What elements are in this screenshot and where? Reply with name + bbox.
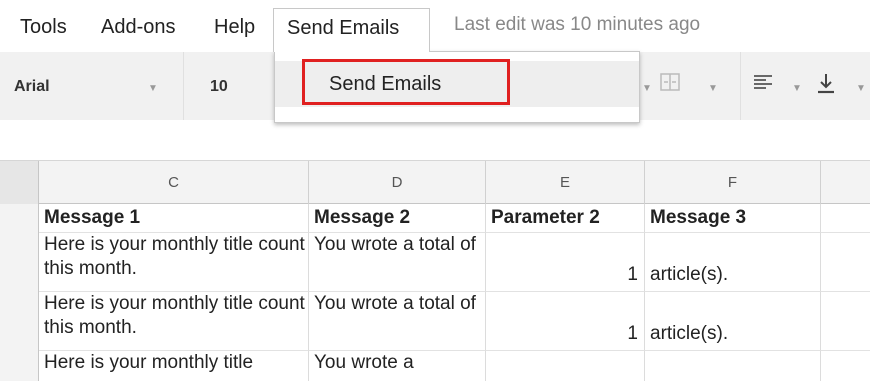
- column-header-f[interactable]: F: [645, 161, 821, 204]
- row-header[interactable]: [0, 292, 39, 351]
- align-caret-icon[interactable]: ▼: [792, 83, 802, 94]
- menu-bar: Tools Add-ons Help Send Emails Last edit…: [0, 0, 870, 52]
- empty-cell[interactable]: [821, 292, 870, 351]
- menu-tools[interactable]: Tools: [20, 14, 67, 40]
- dropdown-caret-icon[interactable]: ▼: [642, 83, 652, 94]
- merge-cells-icon[interactable]: [660, 73, 680, 96]
- empty-cell[interactable]: [821, 204, 870, 233]
- table-header-cell[interactable]: Message 1: [39, 204, 309, 233]
- table-cell[interactable]: You wrote a total of: [309, 292, 486, 351]
- cell-value: article(s).: [650, 323, 729, 344]
- highlight-box: [302, 59, 510, 105]
- table-cell[interactable]: 1: [486, 233, 645, 292]
- table-header-cell[interactable]: Message 3: [645, 204, 821, 233]
- merge-caret-icon[interactable]: ▼: [708, 83, 718, 94]
- row-header[interactable]: [0, 204, 39, 233]
- font-family-select[interactable]: Arial: [14, 78, 50, 96]
- column-header-d[interactable]: D: [309, 161, 486, 204]
- last-edit-status[interactable]: Last edit was 10 minutes ago: [454, 12, 700, 38]
- align-bottom-icon[interactable]: [816, 72, 836, 99]
- cell-value: 1: [627, 323, 638, 344]
- align-left-icon[interactable]: [753, 74, 773, 95]
- spreadsheet-grid: C D E F Message 1 Message 2 Parameter 2 …: [0, 160, 870, 381]
- menu-send-emails-label: Send Emails: [287, 17, 400, 39]
- menu-help[interactable]: Help: [214, 14, 255, 40]
- table-cell[interactable]: You wrote a total of: [309, 233, 486, 292]
- table-cell[interactable]: Here is your monthly title count this mo…: [39, 233, 309, 292]
- cell-value: article(s).: [650, 264, 729, 285]
- column-header-row: C D E F: [0, 160, 870, 205]
- font-family-caret-icon: ▼: [148, 83, 158, 94]
- table-cell[interactable]: Here is your monthly title count this mo…: [39, 292, 309, 351]
- valign-caret-icon[interactable]: ▼: [856, 83, 866, 94]
- table-cell[interactable]: article(s).: [645, 233, 821, 292]
- menu-send-emails[interactable]: Send Emails: [273, 8, 430, 52]
- column-header-e[interactable]: E: [486, 161, 645, 204]
- table-cell[interactable]: article(s).: [645, 292, 821, 351]
- column-header-c[interactable]: C: [39, 161, 309, 204]
- table-cell[interactable]: 1: [486, 292, 645, 351]
- table-header-cell[interactable]: Message 2: [309, 204, 486, 233]
- cell-value: 1: [627, 264, 638, 285]
- menu-add-ons[interactable]: Add-ons: [101, 14, 176, 40]
- grid-corner[interactable]: [0, 161, 39, 205]
- font-size-select[interactable]: 10: [210, 78, 228, 96]
- empty-cell[interactable]: [821, 233, 870, 292]
- table-header-cell[interactable]: Parameter 2: [486, 204, 645, 233]
- row-header[interactable]: [0, 233, 39, 292]
